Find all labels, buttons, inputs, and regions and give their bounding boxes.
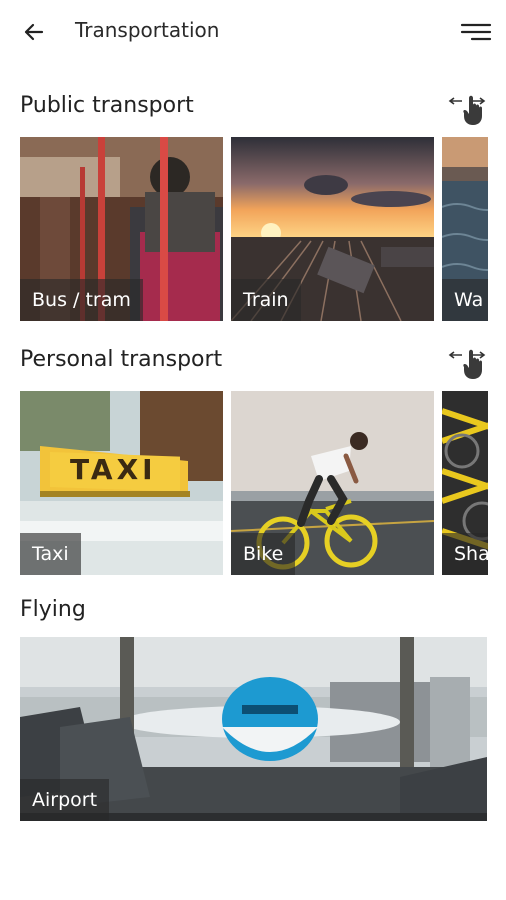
swipe-hand-icon: [448, 344, 486, 380]
section-title-flying: Flying: [20, 597, 86, 622]
section-title-personal-transport: Personal transport: [20, 347, 223, 372]
taxi-sign-text: TAXI: [70, 453, 157, 486]
card-label: Airport: [20, 779, 110, 821]
card-label: Train: [231, 279, 301, 321]
public-transport-row[interactable]: Bus / tram Train Wa: [0, 137, 506, 321]
page-title: Transportation: [75, 18, 220, 42]
card-label: Taxi: [20, 533, 81, 575]
personal-transport-row[interactable]: TAXI Taxi Bike Sha: [0, 391, 506, 575]
card-bus-tram[interactable]: Bus / tram: [20, 137, 223, 321]
row-right-edge: [488, 391, 506, 575]
menu-icon: [460, 23, 492, 41]
flying-row[interactable]: Airport: [0, 637, 506, 821]
card-taxi[interactable]: TAXI Taxi: [20, 391, 223, 575]
arrow-left-icon: [24, 23, 44, 41]
card-label: Bus / tram: [20, 279, 143, 321]
back-button[interactable]: [18, 16, 50, 48]
card-label: Bike: [231, 533, 296, 575]
card-bike[interactable]: Bike: [231, 391, 434, 575]
app-bar: Transportation: [0, 0, 506, 64]
swipe-hand-icon: [448, 90, 486, 126]
row-right-edge: [488, 137, 506, 321]
card-airport[interactable]: Airport: [20, 637, 487, 821]
card-train[interactable]: Train: [231, 137, 434, 321]
menu-button[interactable]: [458, 16, 494, 48]
section-title-public-transport: Public transport: [20, 93, 194, 118]
